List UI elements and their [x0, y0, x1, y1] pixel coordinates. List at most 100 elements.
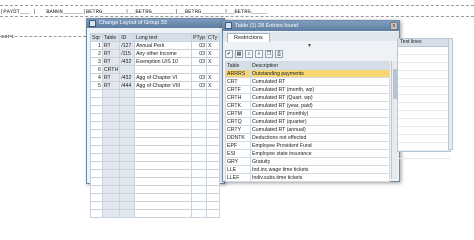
- layout-cell[interactable]: [134, 113, 193, 122]
- text-line-row[interactable]: [398, 143, 450, 151]
- layout-cell[interactable]: [206, 89, 220, 98]
- layout-table-empty-row[interactable]: [90, 193, 220, 202]
- entries-table-row[interactable]: CRT Cumulated RT: [225, 77, 390, 86]
- tab-restrictions[interactable]: Restrictions: [227, 33, 270, 42]
- layout-cell[interactable]: RT: [101, 81, 121, 90]
- layout-table-empty-row[interactable]: [90, 105, 220, 114]
- layout-table-empty-row[interactable]: [90, 145, 220, 154]
- layout-cell[interactable]: [90, 137, 103, 146]
- entry-table-code[interactable]: CRTQ: [225, 117, 251, 126]
- layout-cell[interactable]: [101, 145, 121, 154]
- layout-cell[interactable]: [101, 105, 121, 114]
- layout-cell[interactable]: [90, 185, 103, 194]
- entries-table-row[interactable]: ARRRS Outstanding payments: [225, 69, 390, 78]
- text-line-row[interactable]: [398, 119, 450, 127]
- layout-cell[interactable]: [119, 177, 136, 186]
- layout-cell[interactable]: [119, 137, 136, 146]
- layout-cell[interactable]: Annual Perk: [134, 41, 193, 50]
- layout-cell[interactable]: [101, 113, 121, 122]
- text-line-row[interactable]: [398, 95, 450, 103]
- text-line-row[interactable]: [398, 111, 450, 119]
- layout-cell[interactable]: [134, 169, 193, 178]
- layout-cell[interactable]: 5: [90, 81, 103, 90]
- close-icon[interactable]: x: [390, 22, 398, 30]
- layout-cell[interactable]: [134, 193, 193, 202]
- text-line-row[interactable]: [398, 151, 450, 159]
- layout-table-row[interactable]: 5 RT/444 Agg of Chapter VIII 03 X: [90, 81, 220, 90]
- layout-cell[interactable]: [191, 121, 208, 130]
- layout-cell[interactable]: [191, 113, 208, 122]
- layout-cell[interactable]: [134, 185, 193, 194]
- layout-cell[interactable]: [206, 169, 220, 178]
- layout-cell[interactable]: [119, 145, 136, 154]
- layout-cell[interactable]: [101, 129, 121, 138]
- layout-cell[interactable]: 3: [90, 57, 103, 66]
- table-icon[interactable]: ▦: [235, 50, 243, 58]
- col-long-text[interactable]: Long text: [134, 33, 193, 42]
- col-ptyp[interactable]: PTyp: [191, 33, 208, 42]
- layout-cell[interactable]: Exemption U/S 10: [134, 57, 193, 66]
- text-line-row[interactable]: [398, 71, 450, 79]
- find-next-icon[interactable]: »: [255, 50, 263, 58]
- layout-cell[interactable]: [119, 209, 136, 218]
- col-id[interactable]: ID: [119, 33, 136, 42]
- layout-cell[interactable]: [134, 145, 193, 154]
- layout-cell[interactable]: 4: [90, 73, 103, 82]
- layout-cell[interactable]: [90, 161, 103, 170]
- layout-cell[interactable]: [119, 113, 136, 122]
- layout-cell[interactable]: [191, 89, 208, 98]
- layout-cell[interactable]: [119, 193, 136, 202]
- text-line-row[interactable]: [398, 63, 450, 71]
- text-line-row[interactable]: [398, 103, 450, 111]
- layout-cell[interactable]: [119, 129, 136, 138]
- layout-cell[interactable]: [119, 185, 136, 194]
- layout-cell[interactable]: [90, 169, 103, 178]
- layout-table-row[interactable]: 6 CRTH: [90, 65, 220, 74]
- layout-cell[interactable]: [206, 121, 220, 130]
- change-layout-dialog[interactable]: Change Layout of Group 33 Sqr Table ID L…: [86, 18, 225, 218]
- text-line-row[interactable]: [398, 87, 450, 95]
- layout-cell[interactable]: [134, 201, 193, 210]
- layout-cell[interactable]: X: [206, 81, 220, 90]
- layout-cell[interactable]: [206, 137, 220, 146]
- entry-table-code[interactable]: CRTM: [225, 109, 251, 118]
- layout-cell[interactable]: /115: [119, 49, 136, 58]
- entry-table-code[interactable]: ESI: [225, 149, 251, 158]
- layout-table-empty-row[interactable]: [90, 89, 220, 98]
- layout-cell[interactable]: RT: [101, 57, 121, 66]
- entry-table-code[interactable]: DDNTK: [225, 133, 251, 142]
- layout-cell[interactable]: [206, 105, 220, 114]
- entries-table-row[interactable]: CRTF Cumulated RT (month, wp): [225, 85, 390, 94]
- layout-cell[interactable]: [206, 145, 220, 154]
- layout-cell[interactable]: [90, 193, 103, 202]
- layout-cell[interactable]: [119, 65, 136, 74]
- layout-cell[interactable]: [90, 121, 103, 130]
- layout-cell[interactable]: [206, 129, 220, 138]
- text-line-row[interactable]: [398, 55, 450, 63]
- layout-cell[interactable]: [134, 129, 193, 138]
- entry-description[interactable]: Employee Provident Fund: [250, 141, 390, 150]
- entry-table-code[interactable]: LLE: [225, 165, 251, 174]
- layout-cell[interactable]: [90, 105, 103, 114]
- layout-cell[interactable]: [90, 89, 103, 98]
- entry-description[interactable]: Outstanding payments: [250, 69, 390, 78]
- check-icon[interactable]: ✔: [225, 50, 233, 58]
- layout-cell[interactable]: [101, 177, 121, 186]
- layout-cell[interactable]: [101, 169, 121, 178]
- layout-cell[interactable]: Any other Income: [134, 49, 193, 58]
- layout-cell[interactable]: [90, 153, 103, 162]
- table-entries-dialog[interactable]: Table (1) 28 Entries found x Restriction…: [222, 20, 400, 182]
- entry-description[interactable]: Cumulated RT (year, paid): [250, 101, 390, 110]
- layout-cell[interactable]: /444: [119, 81, 136, 90]
- layout-cell[interactable]: [134, 177, 193, 186]
- layout-cell[interactable]: [206, 177, 220, 186]
- layout-table-row[interactable]: 4 RT/432 Agg of Chapter VI 03 X: [90, 73, 220, 82]
- entry-table-code[interactable]: GRY: [225, 157, 251, 166]
- layout-cell[interactable]: RT: [101, 41, 121, 50]
- layout-cell[interactable]: [101, 89, 121, 98]
- copy-icon[interactable]: ❐: [265, 50, 273, 58]
- entries-table-row[interactable]: EPF Employee Provident Fund: [225, 141, 390, 150]
- entry-table-code[interactable]: EPF: [225, 141, 251, 150]
- layout-cell[interactable]: [191, 161, 208, 170]
- layout-table-empty-row[interactable]: [90, 201, 220, 210]
